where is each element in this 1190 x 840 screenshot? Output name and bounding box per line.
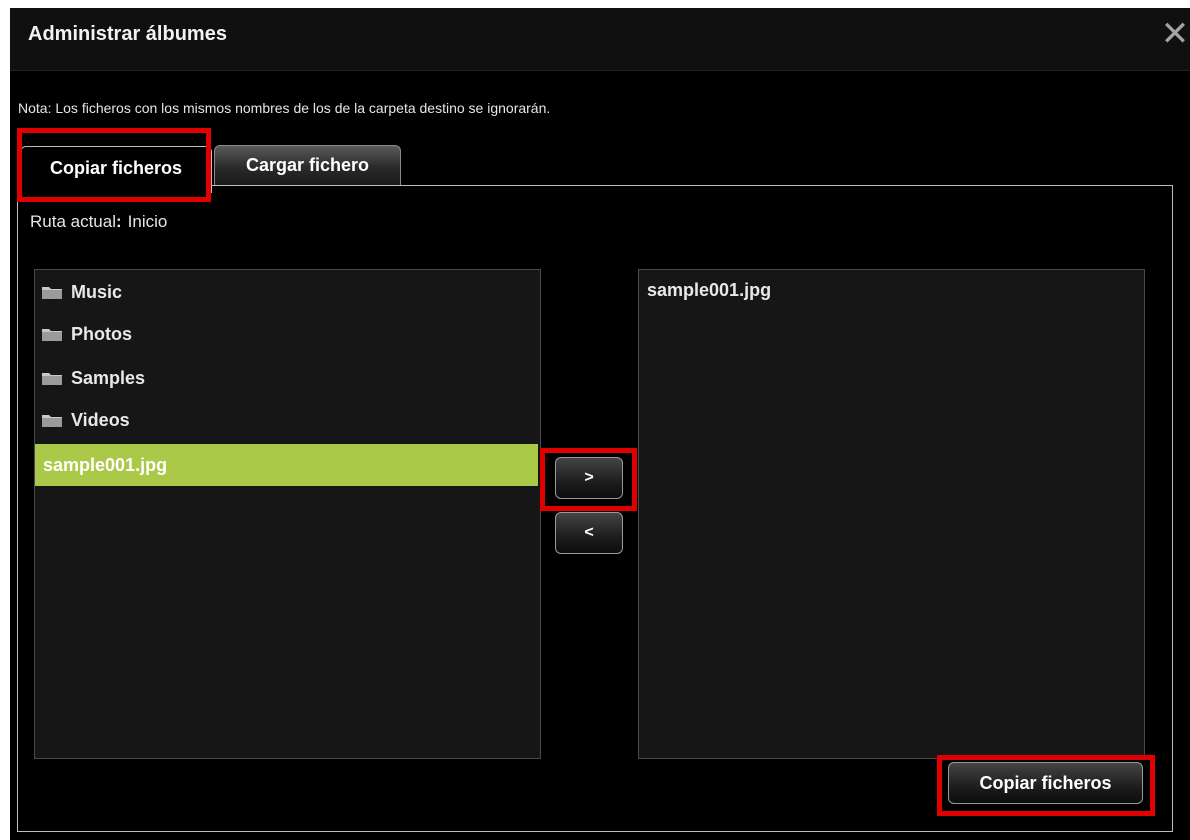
remove-from-target-label: < (584, 524, 594, 541)
dialog-titlebar: Administrar álbumes (10, 8, 1190, 71)
list-item-music[interactable]: Music (35, 271, 538, 313)
folder-icon (42, 287, 62, 299)
current-path: Ruta actual: Inicio (30, 212, 167, 232)
list-item-sample001[interactable]: sample001.jpg (35, 444, 538, 486)
remove-from-target-button[interactable]: < (555, 512, 623, 554)
tab-copy-files-label: Copiar ficheros (49, 158, 183, 178)
list-item-photos[interactable]: Photos (35, 313, 538, 355)
current-path-value: Inicio (127, 212, 168, 231)
folder-icon (42, 373, 62, 385)
current-path-separator: : (116, 212, 122, 231)
copy-files-button[interactable]: Copiar ficheros (948, 762, 1143, 804)
list-item-samples[interactable]: Samples (35, 357, 538, 399)
list-item-label: sample001.jpg (43, 455, 168, 475)
tab-copy-files[interactable]: Copiar ficheros (20, 146, 212, 193)
list-item-label: Photos (71, 324, 132, 344)
tab-upload-file-label: Cargar fichero (245, 155, 370, 175)
list-item-target-sample001[interactable]: sample001.jpg (647, 280, 771, 301)
folder-icon (42, 329, 62, 341)
target-file-list[interactable]: sample001.jpg (638, 269, 1145, 759)
dialog-title: Administrar álbumes (28, 23, 227, 45)
list-item-videos[interactable]: Videos (35, 399, 538, 441)
add-to-target-button[interactable]: > (555, 457, 623, 499)
current-path-label: Ruta actual (30, 212, 116, 231)
tab-upload-file[interactable]: Cargar fichero (214, 145, 401, 185)
folder-icon (42, 415, 62, 427)
list-item-label: Music (71, 282, 123, 302)
close-icon[interactable]: ✕ (1160, 14, 1190, 54)
source-file-list[interactable]: Music Photos Samples Videos sample001.jp… (34, 269, 541, 759)
add-to-target-label: > (584, 469, 594, 486)
list-item-label: Videos (71, 410, 130, 430)
copy-files-label: Copiar ficheros (979, 773, 1112, 793)
note-text: Nota: Los ficheros con los mismos nombre… (18, 100, 551, 116)
list-item-label: Samples (71, 368, 146, 388)
